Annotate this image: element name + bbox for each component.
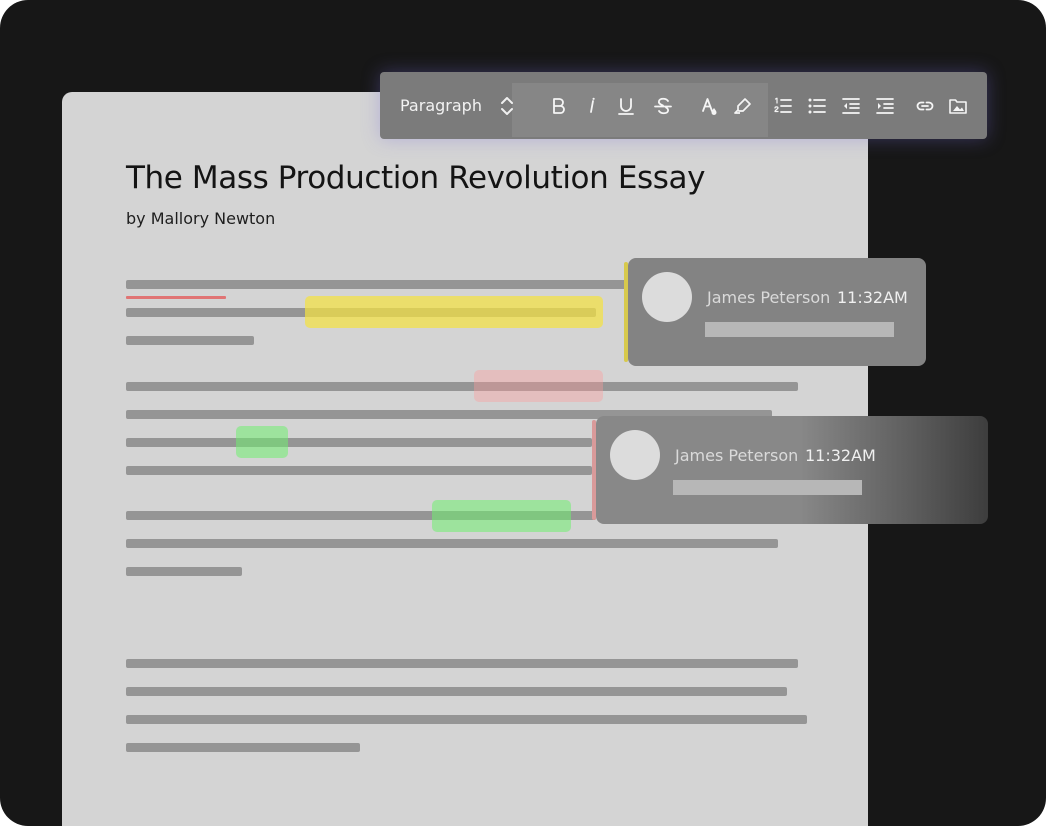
bulleted-list-button[interactable] [805,94,829,118]
image-folder-icon [949,99,967,114]
suggestion-highlight-green[interactable] [236,426,288,458]
avatar [642,272,692,322]
highlighter-icon [734,98,751,114]
chevron-up-down-icon[interactable] [498,94,516,118]
strikethrough-button[interactable] [651,94,675,118]
text-line[interactable] [126,466,592,475]
comment-text-placeholder [705,322,894,337]
text-color-icon [702,98,717,115]
text-line[interactable] [126,382,798,391]
text-line[interactable] [126,715,807,724]
ordered-list-icon [774,97,792,113]
bold-icon [553,98,565,114]
comment-time: 11:32AM [805,446,876,465]
text-line[interactable] [126,280,626,289]
text-line[interactable] [126,539,778,548]
block-format-select[interactable]: Paragraph [400,96,482,115]
text-line[interactable] [126,743,360,752]
indent-button[interactable] [873,94,897,118]
bulleted-list-icon [808,98,826,114]
outdent-button[interactable] [839,94,863,118]
comment-highlight-yellow[interactable] [305,296,603,328]
link-icon [916,101,934,111]
text-line[interactable] [126,659,798,668]
comment-author: James Peterson [707,288,831,307]
suggestion-highlight-green[interactable] [432,500,571,532]
comment-text-placeholder [673,480,862,495]
text-line[interactable] [126,567,242,576]
app-frame: The Mass Production Revolution Essay by … [0,0,1046,826]
underline-icon [618,98,634,115]
comment-author: James Peterson [675,446,799,465]
text-color-button[interactable] [697,94,721,118]
comment-highlight-red[interactable] [474,370,603,402]
comment-time: 11:32AM [837,288,908,307]
strikethrough-icon [654,97,672,115]
indent-icon [876,98,894,114]
avatar [610,430,660,480]
spellcheck-underline [126,296,226,299]
link-button[interactable] [913,94,937,118]
bold-button[interactable] [546,94,570,118]
document-title[interactable]: The Mass Production Revolution Essay [126,160,705,196]
text-line[interactable] [126,438,592,447]
highlight-button[interactable] [731,94,755,118]
text-line[interactable] [126,687,787,696]
outdent-icon [842,98,860,114]
underline-button[interactable] [614,94,638,118]
italic-button[interactable] [580,94,604,118]
italic-icon [590,97,595,113]
ordered-list-button[interactable] [771,94,795,118]
document-author[interactable]: by Mallory Newton [126,209,275,228]
text-line[interactable] [126,336,254,345]
insert-image-button[interactable] [946,94,970,118]
